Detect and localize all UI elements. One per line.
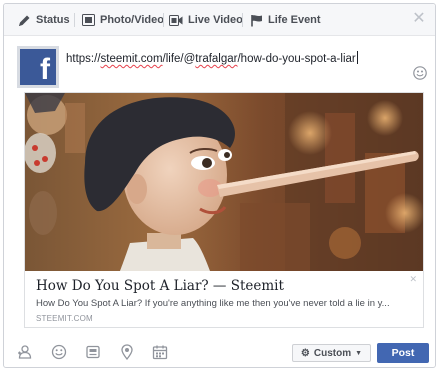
preview-title[interactable]: How Do You Spot A Liar? — Steemit [36, 278, 284, 294]
composer-actions: ⚙ Custom ▼ Post [4, 336, 435, 368]
flag-icon [249, 13, 263, 27]
avatar: f [17, 46, 59, 88]
tab-photo-video[interactable]: Photo/Video [81, 4, 164, 36]
location-pin-icon[interactable] [119, 344, 135, 361]
status-text-prefix: https:// [66, 53, 101, 65]
preview-domain: STEEMIT.COM [36, 314, 93, 323]
tab-photo-video-label: Photo/Video [100, 14, 164, 26]
feeling-icon[interactable] [51, 344, 67, 360]
avatar-letter: f [40, 53, 50, 86]
close-icon[interactable]: ✕ [411, 11, 427, 27]
tab-life-event[interactable]: Life Event [249, 4, 321, 36]
tab-status-label: Status [36, 14, 70, 26]
tab-divider [242, 13, 243, 27]
preview-image [25, 93, 423, 271]
gear-icon: ⚙ [300, 347, 310, 359]
post-composer: Status Photo/Video Live Video Life Event… [3, 3, 436, 368]
tab-life-event-label: Life Event [268, 14, 321, 26]
audience-label: Custom [313, 347, 352, 359]
tab-status[interactable]: Status [17, 4, 70, 36]
text-caret [356, 51, 358, 64]
tab-live-video-label: Live Video [188, 14, 243, 26]
remove-preview-icon[interactable]: ✕ [409, 274, 417, 285]
facebook-logo-icon: f [20, 49, 56, 85]
chevron-down-icon: ▼ [355, 349, 363, 357]
status-text-rest: /how-do-you-spot-a-liar [237, 53, 356, 65]
tab-divider [163, 13, 164, 27]
calendar-icon[interactable] [152, 344, 168, 360]
pencil-icon [17, 13, 31, 27]
preview-description: How Do You Spot A Liar? If you're anythi… [36, 298, 390, 309]
tab-divider [74, 13, 75, 27]
video-camera-icon [169, 13, 183, 27]
sticker-icon[interactable] [85, 344, 101, 360]
status-text-url: steemit.com [100, 53, 163, 65]
tag-friends-icon[interactable] [17, 344, 33, 360]
status-text-user: trafalgar [195, 53, 238, 65]
tab-live-video[interactable]: Live Video [169, 4, 243, 36]
post-button[interactable]: Post [377, 343, 429, 363]
photo-icon [81, 13, 95, 27]
status-input[interactable]: https://steemit.com/life/@trafalgar/how-… [66, 51, 358, 65]
composer-tabs: Status Photo/Video Live Video Life Event… [4, 4, 435, 36]
link-preview-card[interactable]: ✕ How Do You Spot A Liar? — Steemit How … [24, 92, 424, 328]
emoji-icon[interactable] [413, 66, 427, 80]
status-text-mid: /life/@ [162, 53, 196, 65]
audience-selector-button[interactable]: ⚙ Custom ▼ [292, 344, 371, 362]
